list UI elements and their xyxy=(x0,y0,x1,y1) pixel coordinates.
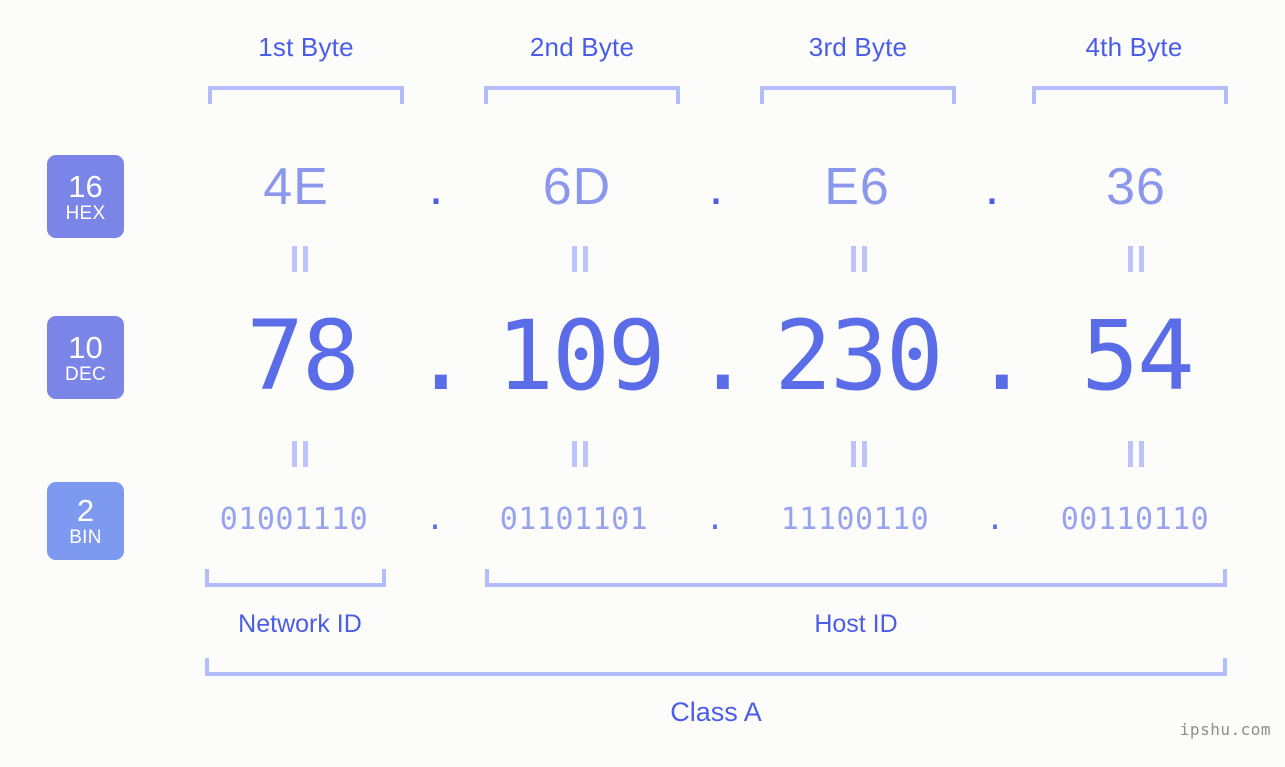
dec-octet-3: 230 xyxy=(774,300,943,412)
byte-bracket-4 xyxy=(1032,86,1228,104)
network-id-bracket xyxy=(205,569,386,587)
bin-octet-4: 00110110 xyxy=(1060,502,1210,537)
base-badge-hex: 16 HEX xyxy=(47,155,124,238)
network-id-label: Network ID xyxy=(238,610,362,638)
hex-octet-1: 4E xyxy=(263,158,329,216)
dec-octet-1: 78 xyxy=(246,300,360,412)
base-badge-bin: 2 BIN xyxy=(47,482,124,560)
bin-octet-3: 11100110 xyxy=(780,502,930,537)
base-badge-dec-number: 10 xyxy=(68,329,103,365)
hex-octet-3: E6 xyxy=(824,158,890,216)
byte-header-3: 3rd Byte xyxy=(808,32,908,62)
equals-marker-4 xyxy=(1006,246,1266,272)
ip-breakdown-diagram: 1st Byte 2nd Byte 3rd Byte 4th Byte 16 H… xyxy=(0,0,1285,767)
byte-header-2: 2nd Byte xyxy=(529,32,635,62)
byte-bracket-1 xyxy=(208,86,404,104)
byte-header-1: 1st Byte xyxy=(258,32,354,62)
byte-bracket-2 xyxy=(484,86,680,104)
base-badge-dec-label: DEC xyxy=(64,363,106,385)
base-badge-hex-label: HEX xyxy=(65,202,106,224)
base-badge-bin-number: 2 xyxy=(76,493,95,528)
dec-octet-4: 54 xyxy=(1081,300,1195,412)
base-badge-dec: 10 DEC xyxy=(47,316,124,399)
equals-marker-3 xyxy=(729,246,989,272)
equals-marker-6 xyxy=(450,441,710,467)
base-badge-bin-label: BIN xyxy=(69,527,102,548)
base-badge-hex-number: 16 xyxy=(68,168,103,204)
equals-marker-7 xyxy=(729,441,989,467)
dec-separator-1: . xyxy=(412,300,470,412)
class-bracket xyxy=(205,658,1227,676)
dec-octet-2: 109 xyxy=(496,300,665,412)
hex-octet-2: 6D xyxy=(542,158,612,216)
hex-separator-3: . xyxy=(984,158,1000,216)
equals-marker-5 xyxy=(170,441,430,467)
host-id-label: Host ID xyxy=(814,610,898,638)
host-id-bracket xyxy=(485,569,1227,587)
hex-octet-4: 36 xyxy=(1106,158,1166,216)
bin-octet-1: 01001110 xyxy=(219,502,369,537)
site-watermark: ipshu.com xyxy=(1179,720,1271,739)
byte-bracket-3 xyxy=(760,86,956,104)
class-label: Class A xyxy=(670,697,762,727)
equals-marker-2 xyxy=(450,246,710,272)
bin-octet-2: 01101101 xyxy=(499,502,649,537)
byte-header-4: 4th Byte xyxy=(1085,32,1183,62)
equals-marker-1 xyxy=(170,246,430,272)
equals-marker-8 xyxy=(1006,441,1266,467)
